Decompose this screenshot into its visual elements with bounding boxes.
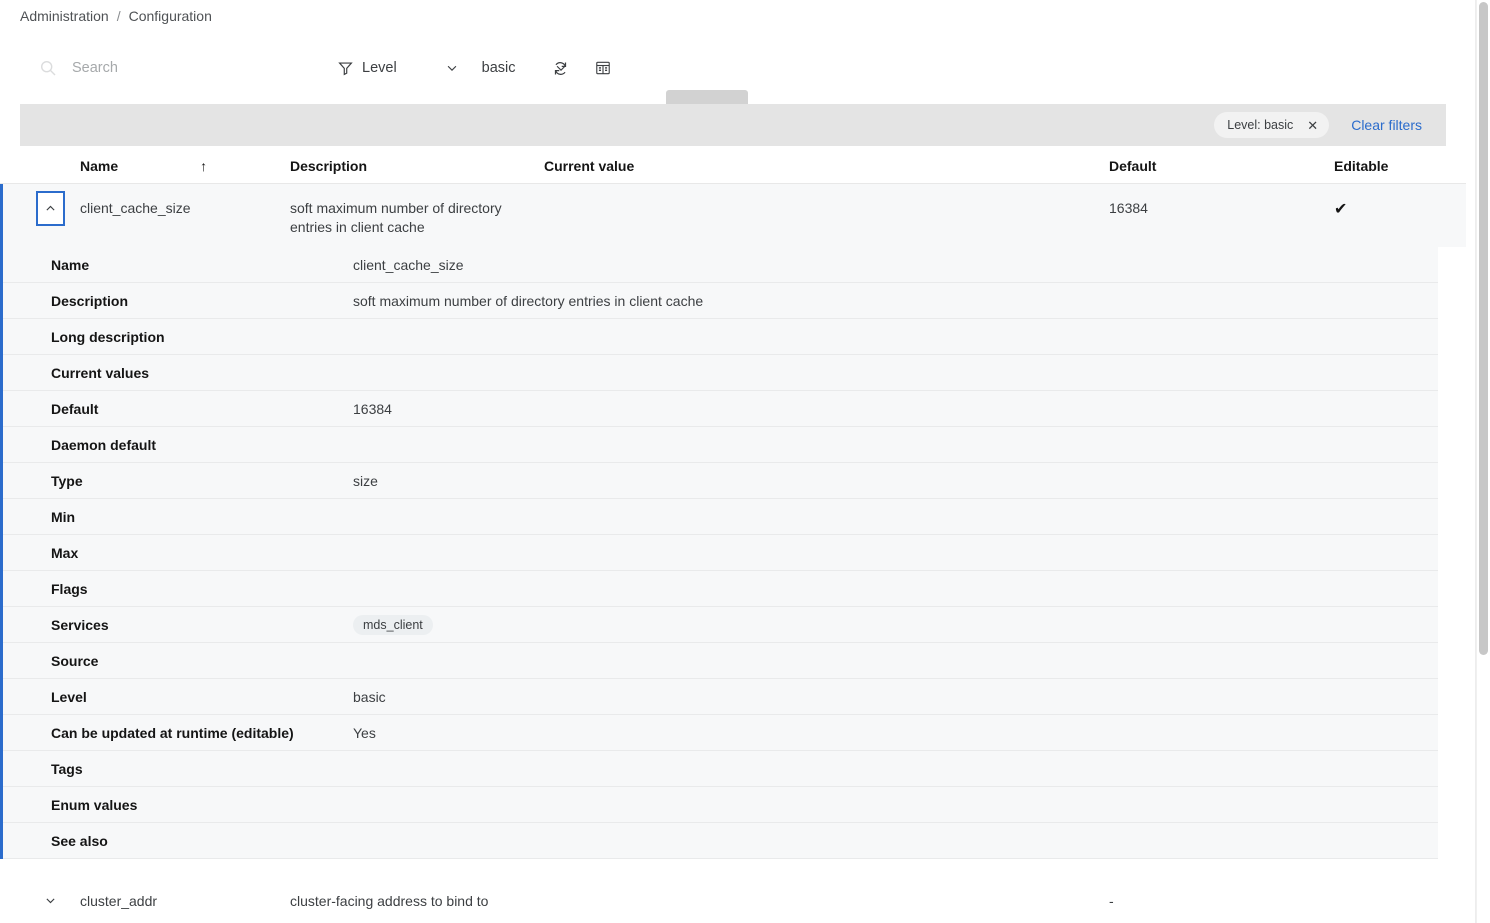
detail-value: client_cache_size bbox=[353, 256, 464, 273]
filter-chip-label: Level: basic bbox=[1227, 118, 1294, 132]
detail-field: Long description bbox=[3, 319, 1438, 356]
service-badge: mds_client bbox=[353, 614, 433, 635]
detail-value: 16384 bbox=[353, 400, 392, 417]
vertical-scrollbar[interactable] bbox=[1476, 0, 1490, 923]
breadcrumb: Administration / Configuration bbox=[20, 6, 212, 26]
detail-label: Name bbox=[51, 256, 90, 273]
active-filters-bar: Level: basic ✕ Clear filters bbox=[20, 104, 1446, 146]
scrollbar-thumb[interactable] bbox=[1479, 2, 1488, 655]
row-name: cluster_addr bbox=[80, 893, 158, 910]
search-icon bbox=[40, 60, 56, 76]
detail-label: Tags bbox=[51, 760, 83, 777]
detail-field-services: Services mds_client bbox=[3, 607, 1438, 644]
detail-label: Services bbox=[51, 616, 109, 633]
detail-label: Max bbox=[51, 544, 79, 561]
configuration-page: Administration / Configuration Level bbox=[0, 0, 1490, 923]
detail-field: Default 16384 bbox=[3, 391, 1438, 428]
detail-label: Current values bbox=[51, 364, 150, 381]
detail-label: Default bbox=[51, 400, 99, 417]
row-editable bbox=[1334, 877, 1464, 903]
detail-field: Tags bbox=[3, 751, 1438, 788]
detail-label: Source bbox=[51, 652, 99, 669]
search-input[interactable] bbox=[70, 59, 300, 77]
toolbar: Level basic bbox=[0, 44, 1466, 133]
detail-field: Name client_cache_size bbox=[3, 247, 1438, 284]
detail-label: Level bbox=[51, 688, 87, 705]
row-toggle-cell bbox=[3, 184, 80, 237]
breadcrumb-administration[interactable]: Administration bbox=[20, 8, 109, 24]
detail-field: Current values bbox=[3, 355, 1438, 392]
level-filter-label[interactable]: Level bbox=[362, 60, 397, 76]
row-default: - bbox=[1109, 893, 1114, 910]
row-default: 16384 bbox=[1109, 200, 1148, 216]
detail-field: See also bbox=[3, 823, 1438, 860]
row-current-value bbox=[544, 184, 1109, 210]
detail-panel-spacer bbox=[0, 859, 1466, 878]
row-detail-panel: Name client_cache_size Description soft … bbox=[0, 247, 1438, 860]
detail-label: Daemon default bbox=[51, 436, 157, 453]
row-description: soft maximum number of directory entries… bbox=[290, 200, 502, 235]
row-editable: ✔ bbox=[1334, 201, 1348, 218]
detail-field: Min bbox=[3, 499, 1438, 536]
row-name: client_cache_size bbox=[80, 200, 191, 216]
detail-label: Min bbox=[51, 508, 76, 525]
search-box[interactable] bbox=[40, 44, 320, 92]
table-row[interactable]: cluster_addr cluster-facing address to b… bbox=[0, 877, 1466, 923]
detail-label: Description bbox=[51, 292, 129, 309]
configuration-table: Name ↑ Description Current value Default… bbox=[0, 148, 1466, 923]
detail-field: Type size bbox=[3, 463, 1438, 500]
detail-label: Flags bbox=[51, 580, 88, 597]
expand-row-button[interactable] bbox=[36, 885, 65, 915]
filter-chip-level[interactable]: Level: basic ✕ bbox=[1214, 112, 1330, 138]
level-filter-group: Level basic bbox=[338, 44, 572, 92]
table-row[interactable]: client_cache_size soft maximum number of… bbox=[0, 184, 1466, 248]
detail-field: Daemon default bbox=[3, 427, 1438, 464]
header-editable[interactable]: Editable bbox=[1334, 158, 1464, 174]
detail-field: Can be updated at runtime (editable) Yes bbox=[3, 715, 1438, 752]
clear-filters-link[interactable]: Clear filters bbox=[1351, 117, 1422, 133]
detail-label: Enum values bbox=[51, 796, 138, 813]
detail-field: Level basic bbox=[3, 679, 1438, 716]
chevron-up-icon bbox=[44, 202, 57, 215]
detail-label: See also bbox=[51, 832, 108, 849]
detail-label: Type bbox=[51, 472, 83, 489]
refresh-icon[interactable] bbox=[545, 44, 575, 92]
header-current-value[interactable]: Current value bbox=[544, 158, 1109, 174]
chevron-down-icon bbox=[44, 894, 57, 907]
breadcrumb-configuration[interactable]: Configuration bbox=[129, 8, 212, 24]
row-toggle-cell bbox=[0, 877, 80, 923]
detail-value: Yes bbox=[353, 724, 376, 741]
detail-value: mds_client bbox=[353, 614, 433, 635]
detail-label: Long description bbox=[51, 328, 165, 345]
header-name-label: Name bbox=[80, 157, 119, 174]
header-description[interactable]: Description bbox=[290, 158, 544, 174]
detail-field: Source bbox=[3, 643, 1438, 680]
row-description: cluster-facing address to bind to bbox=[290, 893, 489, 910]
collapse-row-button[interactable] bbox=[36, 191, 65, 226]
detail-field: Flags bbox=[3, 571, 1438, 608]
close-icon[interactable]: ✕ bbox=[1307, 119, 1318, 132]
chevron-down-icon[interactable] bbox=[441, 57, 463, 79]
detail-value: soft maximum number of directory entries… bbox=[353, 292, 704, 309]
detail-value: basic bbox=[353, 688, 386, 705]
table-header-row: Name ↑ Description Current value Default… bbox=[0, 148, 1466, 184]
row-current-value bbox=[544, 877, 1109, 903]
detail-field: Enum values bbox=[3, 787, 1438, 824]
columns-icon[interactable] bbox=[588, 44, 618, 92]
level-filter-value[interactable]: basic bbox=[482, 60, 516, 76]
breadcrumb-separator: / bbox=[116, 8, 121, 24]
detail-field: Max bbox=[3, 535, 1438, 572]
header-name[interactable]: Name ↑ bbox=[80, 158, 290, 174]
header-default[interactable]: Default bbox=[1109, 158, 1334, 174]
detail-field: Description soft maximum number of direc… bbox=[3, 283, 1438, 320]
filter-icon bbox=[338, 61, 353, 76]
sort-ascending-icon: ↑ bbox=[200, 157, 208, 174]
detail-label: Can be updated at runtime (editable) bbox=[51, 724, 294, 741]
detail-value: size bbox=[353, 472, 378, 489]
